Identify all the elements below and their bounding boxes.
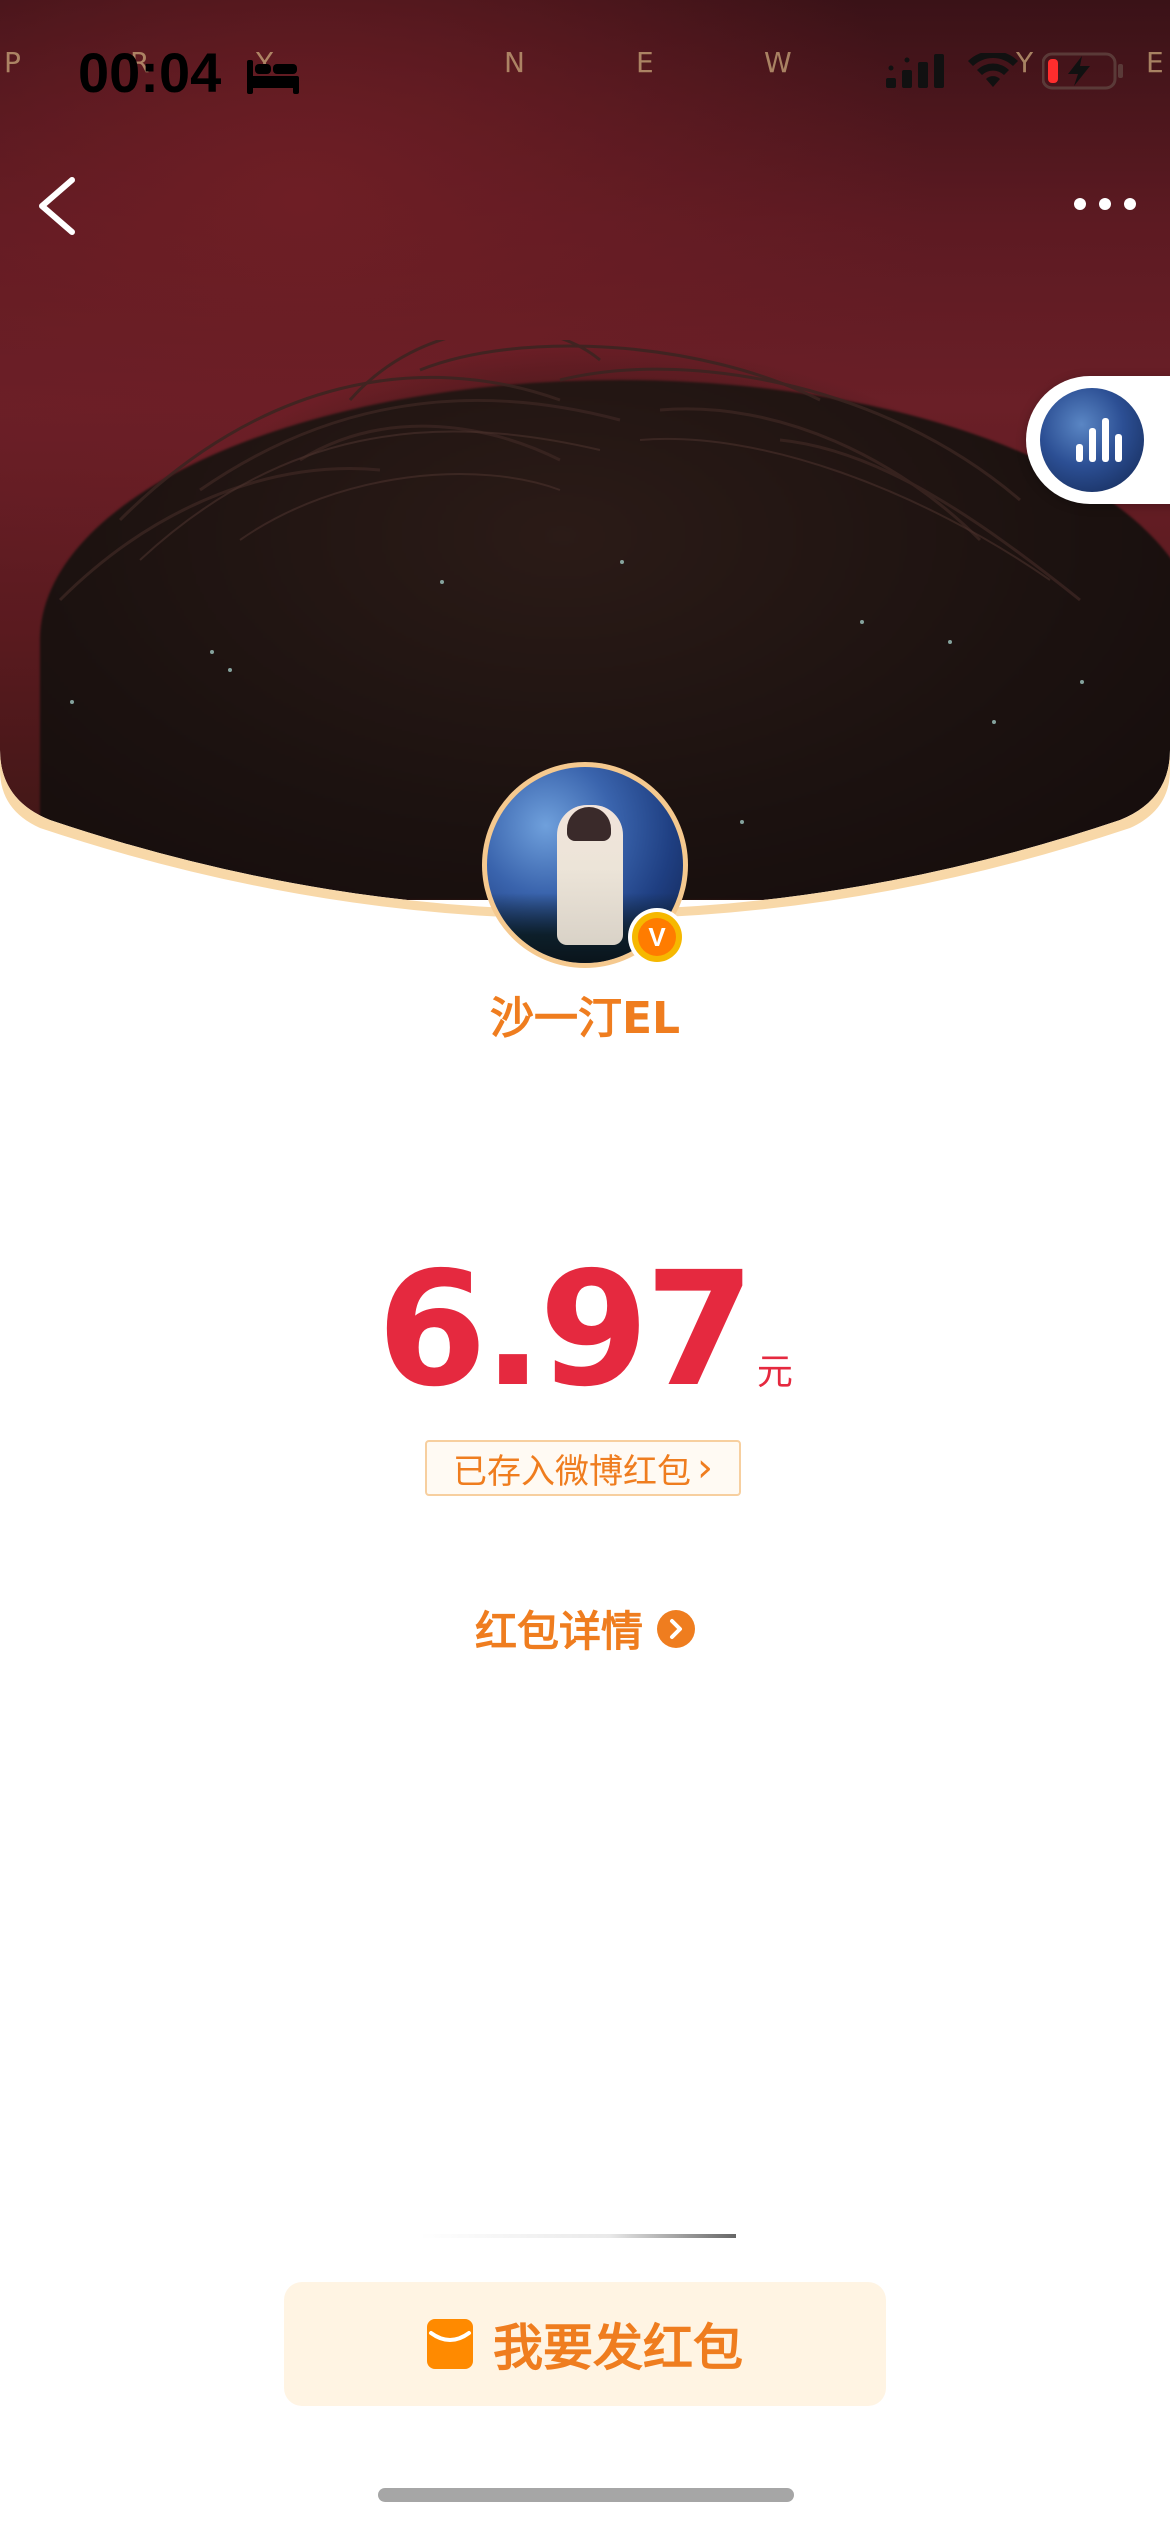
sparkle-dot <box>948 640 952 644</box>
profile-name: 沙一汀EL <box>489 993 681 1044</box>
cellular-signal-icon <box>886 54 944 88</box>
more-button[interactable] <box>1070 184 1140 224</box>
live-stream-bubble[interactable] <box>1026 376 1170 504</box>
watermark-letter: E <box>636 46 654 79</box>
saved-to-wallet-link[interactable]: 已存入微博红包 › <box>425 1440 741 1496</box>
status-time-text: 00:04 <box>78 41 222 104</box>
sparkle-dot <box>620 560 624 564</box>
verified-badge-icon: V <box>632 912 682 962</box>
chevron-left-icon <box>39 177 75 235</box>
send-red-packet-label: 我要发红包 <box>493 2319 743 2377</box>
red-packet-details-label: 红包详情 <box>474 1607 643 1656</box>
amount-row: 6.97 元 <box>0 1238 1170 1422</box>
verified-badge-letter: V <box>638 918 676 956</box>
watermark-letter: W <box>764 46 792 79</box>
watermark-letter: E <box>1146 46 1164 79</box>
red-packet-details-link[interactable]: 红包详情 <box>0 1598 1170 1659</box>
back-button[interactable] <box>26 170 86 240</box>
more-horizontal-icon <box>1074 198 1136 210</box>
arrow-right-circle-icon <box>657 1609 695 1648</box>
watermark-letter: P <box>4 46 21 79</box>
amount-value: 6.97 <box>377 1238 755 1422</box>
sparkle-dot <box>210 650 214 654</box>
saved-to-wallet-label: 已存入微博红包 <box>453 1451 691 1492</box>
sleep-bed-icon <box>246 60 299 95</box>
status-icons <box>886 52 1124 90</box>
status-bar: P R Y N E W Y E 00:04 <box>0 0 1170 150</box>
sparkle-dot <box>860 620 864 624</box>
amount-unit: 元 <box>756 1352 793 1393</box>
send-red-packet-button[interactable]: 我要发红包 <box>284 2282 886 2406</box>
sparkle-dot <box>228 668 232 672</box>
home-indicator[interactable] <box>378 2488 794 2502</box>
wifi-icon <box>968 53 1018 87</box>
battery-charging-icon <box>1042 52 1123 90</box>
live-avatar <box>1040 388 1144 492</box>
chevron-right-icon: › <box>697 1445 713 1491</box>
live-bars-icon <box>1076 418 1122 462</box>
divider-line <box>420 2234 736 2238</box>
sparkle-dot <box>1080 680 1084 684</box>
watermark-letter: N <box>504 46 525 79</box>
red-packet-icon <box>427 2319 473 2369</box>
status-time: 00:04 <box>78 40 299 105</box>
sparkle-dot <box>440 580 444 584</box>
